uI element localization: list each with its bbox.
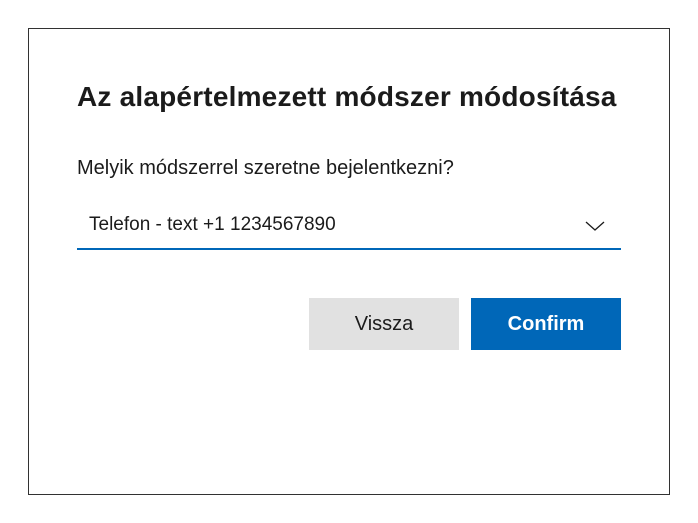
signin-method-select[interactable]: Telefon - text +1 1234567890: [77, 204, 621, 250]
confirm-button[interactable]: Confirm: [471, 298, 621, 350]
select-value: Telefon - text +1 1234567890: [89, 214, 336, 236]
chevron-down-icon: [585, 219, 605, 231]
change-default-method-dialog: Az alapértelmezett módszer módosítása Me…: [28, 28, 670, 495]
dialog-button-row: Vissza Confirm: [77, 298, 621, 350]
dialog-title: Az alapértelmezett módszer módosítása: [77, 81, 621, 113]
question-label: Melyik módszerrel szeretne bejelentkezni…: [77, 157, 621, 180]
back-button[interactable]: Vissza: [309, 298, 459, 350]
